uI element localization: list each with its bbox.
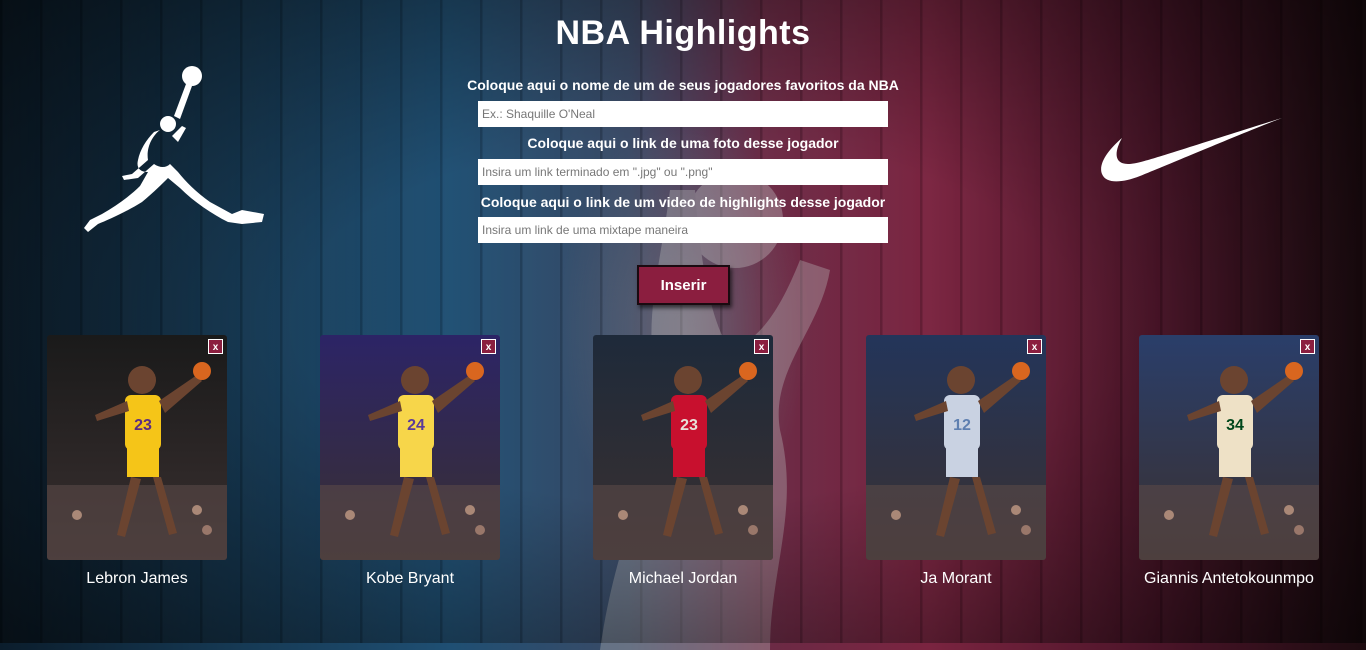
player-card-michael-jordan[interactable]: 23 x Michael Jordan: [593, 335, 773, 588]
insert-button[interactable]: Inserir: [637, 265, 730, 305]
player-card-lebron-james[interactable]: 23 x Lebron James: [47, 335, 227, 588]
player-card-ja-morant[interactable]: 12 x Ja Morant: [866, 335, 1046, 588]
remove-card-button[interactable]: x: [208, 339, 223, 354]
player-name: Lebron James: [86, 570, 188, 587]
jumpman-logo-icon: [84, 66, 264, 232]
jersey-number: 23: [680, 417, 698, 434]
remove-card-button[interactable]: x: [1027, 339, 1042, 354]
jersey-number: 23: [134, 417, 152, 434]
photo-link-input[interactable]: [478, 159, 888, 185]
jersey-number: 34: [1226, 417, 1244, 434]
remove-card-button[interactable]: x: [754, 339, 769, 354]
jersey-number: 12: [953, 417, 971, 434]
player-name-input[interactable]: [478, 101, 888, 127]
player-photo[interactable]: 34 x: [1139, 335, 1319, 560]
video-link-input[interactable]: [478, 217, 888, 243]
remove-card-button[interactable]: x: [481, 339, 496, 354]
player-name: Giannis Antetokounmpo: [1144, 570, 1314, 587]
remove-card-button[interactable]: x: [1300, 339, 1315, 354]
nike-swoosh-icon: [1101, 118, 1282, 182]
player-photo[interactable]: 23 x: [47, 335, 227, 560]
page-title: NBA Highlights: [555, 14, 811, 52]
jersey-number: 24: [407, 417, 425, 434]
player-card-giannis-antetokounmpo[interactable]: 34 x Giannis Antetokounmpo: [1139, 335, 1319, 588]
player-name: Kobe Bryant: [365, 570, 455, 587]
player-photo[interactable]: 12 x: [866, 335, 1046, 560]
player-card-kobe-bryant[interactable]: 24 x Kobe Bryant: [320, 335, 500, 588]
player-name: Ja Morant: [920, 570, 992, 587]
player-name: Michael Jordan: [628, 570, 738, 587]
player-photo[interactable]: 23 x: [593, 335, 773, 560]
player-photo[interactable]: 24 x: [320, 335, 500, 560]
